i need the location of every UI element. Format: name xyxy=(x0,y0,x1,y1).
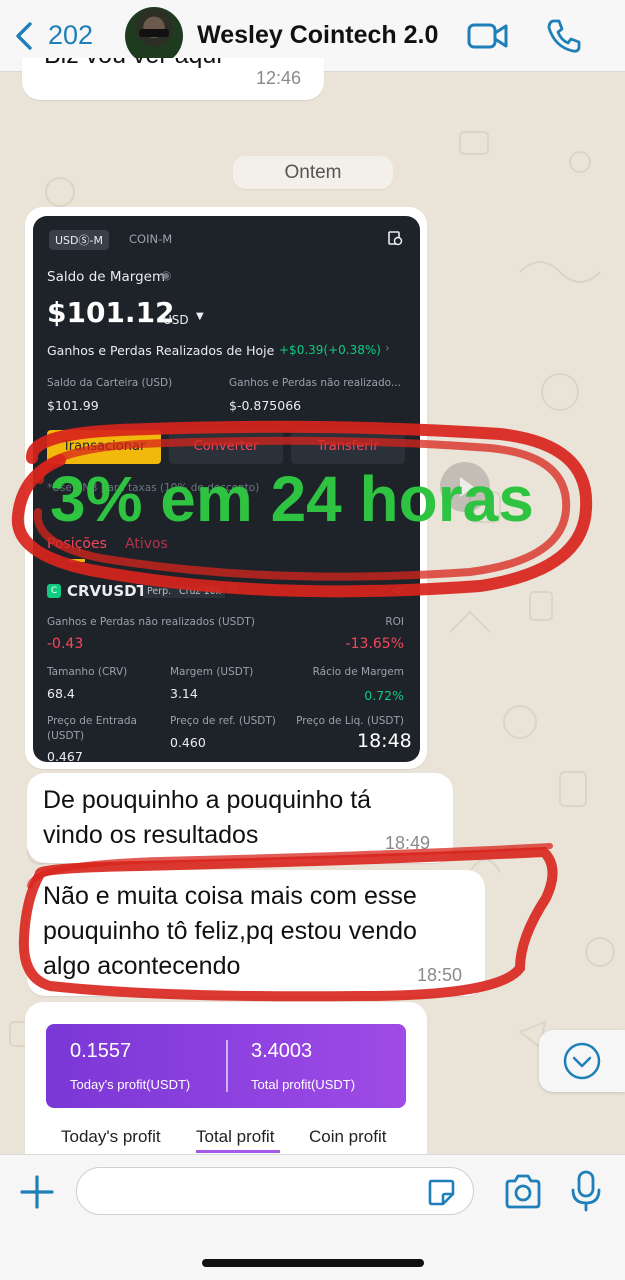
realized-pnl-value: +$0.39(+0.38%) xyxy=(279,343,381,357)
video-call-button[interactable] xyxy=(466,16,510,61)
message-time: 12:46 xyxy=(256,68,302,88)
tab-todays-profit[interactable]: Today's profit xyxy=(61,1127,161,1147)
phone-icon xyxy=(547,19,581,53)
wallet-balance-value: $101.99 xyxy=(47,398,99,413)
message-text: Biz vou ver aqui xyxy=(44,58,222,73)
divider xyxy=(226,1040,228,1092)
roi-label: ROI xyxy=(385,616,404,628)
tab-coin-m: COIN-M xyxy=(129,232,173,246)
entry-price-value: 0.467 xyxy=(47,749,83,762)
eye-icon: ◉ xyxy=(161,268,172,282)
home-indicator xyxy=(202,1259,424,1267)
tab-underline xyxy=(196,1150,280,1153)
scroll-to-bottom-button[interactable] xyxy=(539,1030,625,1092)
unrealized-pnl-value: $-0.875066 xyxy=(229,398,302,413)
size-value: 68.4 xyxy=(47,686,75,701)
entry-price-unit: (USDT) xyxy=(47,730,85,742)
unread-count: 202 xyxy=(48,20,94,50)
back-button[interactable]: 202 xyxy=(12,20,93,51)
message-input[interactable] xyxy=(76,1167,474,1215)
date-divider: Ontem xyxy=(233,156,393,189)
realized-pnl-label: Ganhos e Perdas Realizados de Hoje xyxy=(47,343,275,358)
tab-usds-m: USDⓈ-M xyxy=(49,230,109,250)
unrealized-pnl-label: Ganhos e Perdas não realizado... xyxy=(229,377,401,389)
margin-usdt-label: Margem (USDT) xyxy=(170,666,254,678)
chevron-left-icon xyxy=(16,21,32,50)
caret-down-icon: ▼ xyxy=(196,311,204,322)
microphone-icon[interactable] xyxy=(568,1169,604,1213)
tab-total-profit[interactable]: Total profit xyxy=(196,1127,274,1147)
profit-banner: 0.1557 Today's profit(USDT) 3.4003 Total… xyxy=(46,1024,406,1108)
margin-balance-label: Saldo de Margem xyxy=(47,269,166,285)
entry-price-label: Preço de Entrada xyxy=(47,715,137,727)
unrealized-pnl-usdt-value: -0.43 xyxy=(47,636,84,652)
video-camera-icon xyxy=(467,23,508,49)
today-profit-label: Today's profit(USDT) xyxy=(70,1077,191,1092)
margin-usdt-value: 3.14 xyxy=(170,686,198,701)
margin-balance-value: $101.12 xyxy=(47,296,175,329)
margin-ratio-value: 0.72% xyxy=(364,688,404,703)
image-time: 18:48 xyxy=(357,730,412,752)
overlay-caption: 3% em 24 horas xyxy=(50,463,534,535)
message-bubble-incoming[interactable]: Biz vou ver aqui 12:46 xyxy=(22,58,324,100)
total-profit-label: Total profit(USDT) xyxy=(251,1077,356,1092)
camera-icon[interactable] xyxy=(503,1173,543,1211)
sticker-icon[interactable] xyxy=(425,1176,457,1208)
profit-screenshot-image[interactable]: 0.1557 Today's profit(USDT) 3.4003 Total… xyxy=(33,1010,420,1154)
ref-price-value: 0.460 xyxy=(170,735,206,750)
chevron-down-circle-icon xyxy=(563,1042,601,1080)
red-scribble-message xyxy=(18,843,558,1002)
margin-ratio-label: Rácio de Margem xyxy=(312,666,404,678)
total-profit-value: 3.4003 xyxy=(251,1040,313,1062)
tab-coin-profit[interactable]: Coin profit xyxy=(309,1127,386,1147)
currency-label: USD xyxy=(163,313,189,327)
plus-icon[interactable] xyxy=(18,1173,56,1211)
voice-call-button[interactable] xyxy=(544,16,584,61)
message-text-line: De pouquinho a pouquinho tá xyxy=(43,786,372,814)
avatar[interactable] xyxy=(125,6,184,65)
chevron-right-icon: › xyxy=(385,341,390,355)
today-profit-value: 0.1557 xyxy=(70,1040,132,1062)
history-icon xyxy=(388,231,403,246)
unrealized-pnl-usdt-label: Ganhos e Perdas não realizados (USDT) xyxy=(47,616,255,628)
ref-price-label: Preço de ref. (USDT) xyxy=(170,715,276,727)
liq-price-label: Preço de Liq. (USDT) xyxy=(296,715,404,727)
roi-value: -13.65% xyxy=(345,636,404,652)
contact-name[interactable]: Wesley Cointech 2.0 xyxy=(197,21,438,50)
wallet-balance-label: Saldo da Carteira (USD) xyxy=(47,377,173,389)
size-label: Tamanho (CRV) xyxy=(47,666,128,678)
